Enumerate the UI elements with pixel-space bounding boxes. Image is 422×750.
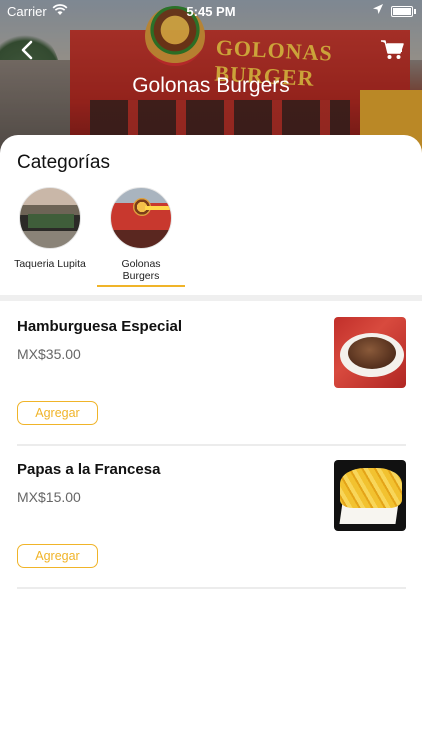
category-label: Golonas Burgers: [121, 258, 161, 282]
category-thumbnail: [19, 187, 81, 249]
back-button[interactable]: [16, 38, 40, 62]
add-to-cart-button[interactable]: Agregar: [17, 401, 98, 425]
category-taqueria-lupita[interactable]: Taqueria Lupita: [6, 187, 94, 270]
category-thumbnail: [110, 187, 172, 249]
product-image-burger[interactable]: [334, 317, 406, 388]
cart-button[interactable]: [380, 38, 406, 62]
content-sheet: Categorías Taqueria Lupita Golonas Burge…: [0, 135, 422, 750]
battery-tip: [414, 9, 416, 14]
category-label: Taqueria Lupita: [14, 258, 86, 270]
section-divider: [0, 295, 422, 301]
location-arrow-icon: [372, 3, 384, 18]
product-item: Hamburguesa Especial MX$35.00 Agregar: [17, 303, 406, 446]
store-title: Golonas Burgers: [132, 74, 290, 97]
add-to-cart-button[interactable]: Agregar: [17, 544, 98, 568]
selected-category-indicator: [97, 285, 185, 287]
battery-icon: [391, 6, 413, 17]
product-item: Papas a la Francesa MX$15.00 Agregar: [17, 446, 406, 589]
product-name: Papas a la Francesa: [17, 461, 161, 478]
product-price: MX$15.00: [17, 489, 81, 505]
clock: 5:45 PM: [186, 4, 236, 19]
product-name: Hamburguesa Especial: [17, 318, 183, 335]
cart-icon: [381, 40, 404, 59]
category-golonas-burgers[interactable]: Golonas Burgers: [97, 187, 185, 282]
status-bar: Carrier 5:45 PM: [0, 0, 422, 22]
categories-title: Categorías: [17, 152, 110, 173]
chevron-left-icon: [21, 40, 33, 60]
product-image-fries[interactable]: [334, 460, 406, 531]
product-price: MX$35.00: [17, 346, 81, 362]
